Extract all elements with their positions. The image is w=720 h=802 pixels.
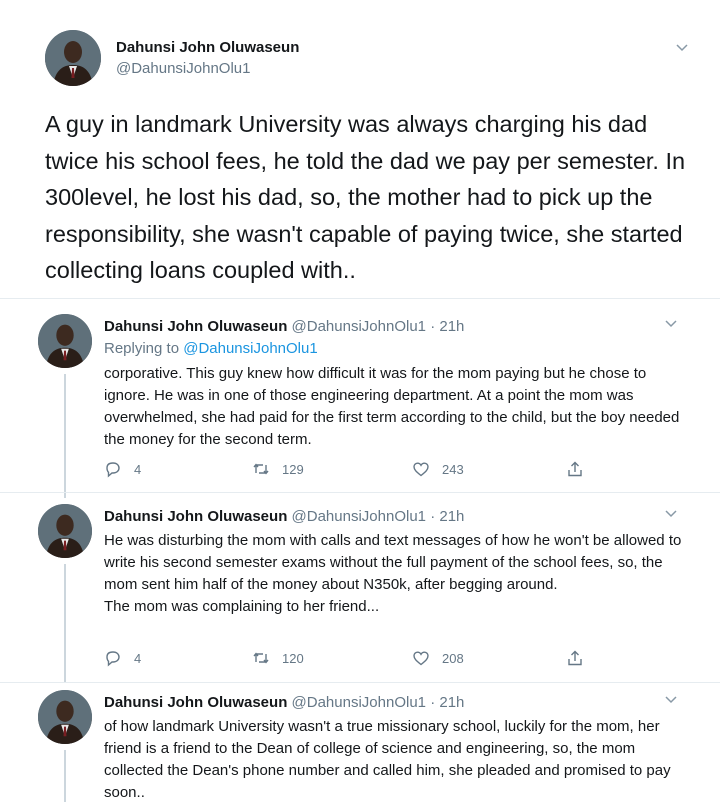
timestamp[interactable]: · 21h — [430, 508, 464, 525]
replying-to-label: Replying to — [104, 340, 180, 357]
thread-line — [64, 564, 66, 682]
reply-text: corporative. This guy knew how difficult… — [104, 365, 680, 448]
reply-text: He was disturbing the mom with calls and… — [104, 532, 682, 615]
divider — [0, 492, 720, 493]
timestamp[interactable]: · 21h — [430, 318, 464, 335]
retweet-button[interactable]: 120 — [252, 649, 304, 667]
author-handle[interactable]: @DahunsiJohnOlu1 — [292, 318, 426, 335]
reply-icon — [104, 460, 122, 478]
action-bar: 4 120 208 — [104, 649, 604, 671]
replying-to: Replying to @DahunsiJohnOlu1 — [104, 340, 318, 357]
reply-text: of how landmark University wasn't a true… — [104, 718, 671, 801]
retweet-icon — [252, 649, 270, 667]
author-handle[interactable]: @DahunsiJohnOlu1 — [292, 694, 426, 711]
author-name[interactable]: Dahunsi John Oluwaseun — [104, 694, 287, 711]
share-icon — [566, 460, 584, 478]
divider — [0, 682, 720, 683]
like-count: 243 — [442, 461, 464, 477]
tweet-text: A guy in landmark University was always … — [45, 111, 686, 283]
avatar[interactable] — [38, 504, 92, 558]
author-name[interactable]: Dahunsi John Oluwaseun — [104, 318, 287, 335]
reply-header: Dahunsi John Oluwaseun @DahunsiJohnOlu1 … — [104, 318, 464, 335]
retweet-count: 120 — [282, 650, 304, 666]
action-bar: 4 129 243 — [104, 460, 604, 482]
chevron-down-icon[interactable] — [664, 506, 678, 520]
reply-button[interactable]: 4 — [104, 649, 141, 667]
share-icon — [566, 649, 584, 667]
reply-count: 4 — [134, 650, 142, 666]
reply-icon — [104, 649, 122, 667]
reply-count: 4 — [134, 461, 142, 477]
author-name[interactable]: Dahunsi John Oluwaseun — [104, 508, 287, 525]
like-icon — [412, 460, 430, 478]
divider — [0, 298, 720, 299]
chevron-down-icon[interactable] — [675, 40, 689, 54]
like-button[interactable]: 208 — [412, 649, 464, 667]
chevron-down-icon[interactable] — [664, 316, 678, 330]
retweet-icon — [252, 460, 270, 478]
retweet-count: 129 — [282, 461, 304, 477]
avatar[interactable] — [45, 30, 101, 86]
like-count: 208 — [442, 650, 464, 666]
share-button[interactable] — [566, 649, 584, 667]
avatar[interactable] — [38, 690, 92, 744]
timestamp[interactable]: · 21h — [430, 694, 464, 711]
avatar[interactable] — [38, 314, 92, 368]
replying-to-link[interactable]: @DahunsiJohnOlu1 — [183, 340, 317, 357]
share-button[interactable] — [566, 460, 584, 478]
thread-line — [64, 750, 66, 802]
like-button[interactable]: 243 — [412, 460, 464, 478]
author-handle[interactable]: @DahunsiJohnOlu1 — [116, 60, 250, 77]
author-name[interactable]: Dahunsi John Oluwaseun — [116, 39, 299, 56]
reply-button[interactable]: 4 — [104, 460, 141, 478]
author-handle[interactable]: @DahunsiJohnOlu1 — [292, 508, 426, 525]
chevron-down-icon[interactable] — [664, 692, 678, 706]
thread-line — [64, 374, 66, 498]
retweet-button[interactable]: 129 — [252, 460, 304, 478]
reply-header: Dahunsi John Oluwaseun @DahunsiJohnOlu1 … — [104, 694, 464, 711]
like-icon — [412, 649, 430, 667]
reply-header: Dahunsi John Oluwaseun @DahunsiJohnOlu1 … — [104, 508, 464, 525]
